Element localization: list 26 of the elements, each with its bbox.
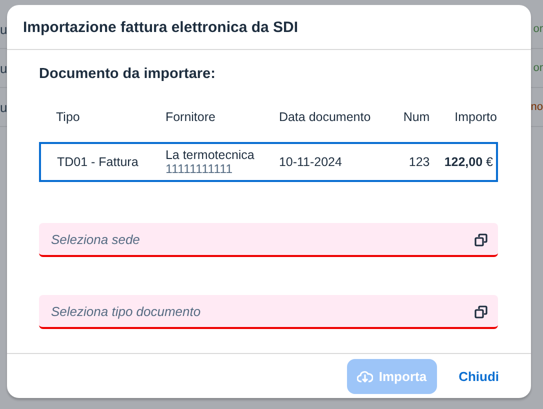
background-text: u xyxy=(0,22,8,36)
cloud-download-icon xyxy=(356,369,373,383)
table-cell: TD01 - Fattura xyxy=(40,143,166,181)
close-button[interactable]: Chiudi xyxy=(448,358,509,394)
background-text: or xyxy=(533,62,543,74)
background-text: u xyxy=(0,60,8,76)
dialog-title: Importazione fattura elettronica da SDI xyxy=(23,18,298,36)
table-cell: 123 xyxy=(396,143,430,181)
column-header: Importo xyxy=(430,110,497,143)
select-field[interactable]: Seleziona sede xyxy=(39,223,498,257)
column-header: Data documento xyxy=(278,110,396,143)
table-row[interactable]: TD01 - Fattura La termotecnica 11111111111 10-11-2024 123 122,00 € xyxy=(40,143,497,181)
section-title: Documento da importare: xyxy=(39,66,216,82)
column-header: Fornitore xyxy=(165,110,279,143)
table-cell: 10-11-2024 xyxy=(278,143,396,181)
select-field[interactable]: Seleziona tipo documento xyxy=(39,295,498,329)
column-header: Num xyxy=(396,110,430,143)
table-cell: 122,00 € xyxy=(430,143,497,181)
table-cell-text: La termotecnica xyxy=(165,148,256,162)
value-help-icon[interactable] xyxy=(474,233,488,247)
table-cell-text: 11111111111 xyxy=(165,162,234,176)
background-text: u xyxy=(0,100,8,114)
column-header: Tipo xyxy=(40,110,166,143)
background-text: no xyxy=(530,101,543,113)
value-help-icon[interactable] xyxy=(474,305,488,319)
background-text: or xyxy=(533,23,543,35)
